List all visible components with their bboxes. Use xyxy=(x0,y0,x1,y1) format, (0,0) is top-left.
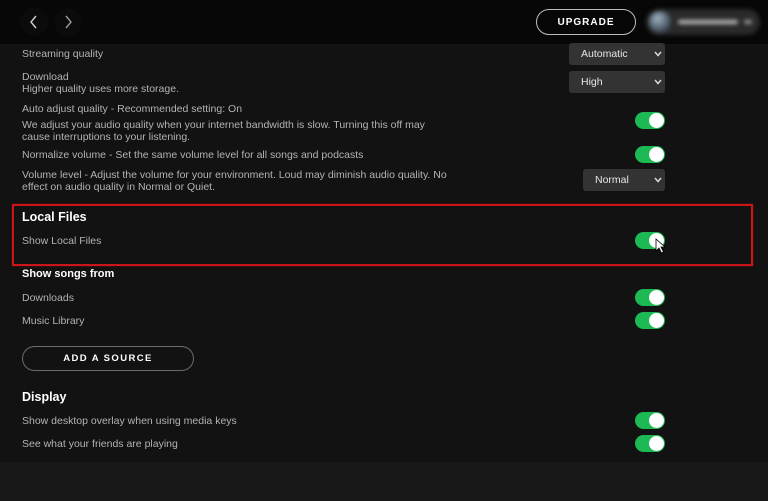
chevron-left-icon xyxy=(30,15,37,29)
show-songs-from-heading: Show songs from xyxy=(22,268,115,280)
normalize-volume-toggle[interactable] xyxy=(635,146,665,163)
chevron-down-icon xyxy=(744,20,752,24)
profile-name-blurred xyxy=(678,20,738,24)
toggle-knob xyxy=(649,413,664,428)
friends-playing-toggle[interactable] xyxy=(635,435,665,452)
volume-level-description-1: Volume level - Adjust the volume for you… xyxy=(22,169,447,181)
download-description: Higher quality uses more storage. xyxy=(22,83,179,95)
toggle-knob xyxy=(649,147,664,162)
display-heading: Display xyxy=(22,390,67,404)
toggle-knob xyxy=(649,290,664,305)
auto-adjust-toggle[interactable] xyxy=(635,112,665,129)
chevron-down-icon xyxy=(651,177,665,183)
add-a-source-button[interactable]: ADD A SOURCE xyxy=(22,346,194,371)
toggle-knob xyxy=(649,113,664,128)
profile-menu[interactable] xyxy=(646,9,760,35)
normalize-volume-label: Normalize volume - Set the same volume l… xyxy=(22,149,364,161)
show-local-files-toggle[interactable] xyxy=(635,232,665,249)
friends-playing-label: See what your friends are playing xyxy=(22,438,178,450)
forward-button[interactable] xyxy=(54,8,82,36)
source-downloads-toggle[interactable] xyxy=(635,289,665,306)
show-local-files-label: Show Local Files xyxy=(22,235,102,247)
desktop-overlay-label: Show desktop overlay when using media ke… xyxy=(22,415,237,427)
source-downloads-label: Downloads xyxy=(22,292,74,304)
volume-level-value: Normal xyxy=(595,174,629,186)
auto-adjust-description-2: cause interruptions to your listening. xyxy=(22,131,191,143)
local-files-heading: Local Files xyxy=(22,210,87,224)
volume-level-label: Volume level - Adjust the volume for you… xyxy=(22,169,447,193)
auto-adjust-label: Auto adjust quality - Recommended settin… xyxy=(22,103,425,143)
toggle-knob xyxy=(649,233,664,248)
upgrade-button[interactable]: UPGRADE xyxy=(536,9,636,35)
source-music-library-label: Music Library xyxy=(22,315,85,327)
chevron-right-icon xyxy=(65,15,72,29)
back-button[interactable] xyxy=(20,8,48,36)
avatar xyxy=(649,11,671,33)
download-quality-value: High xyxy=(581,76,603,88)
download-quality-select[interactable]: High xyxy=(569,71,665,93)
source-music-library-toggle[interactable] xyxy=(635,312,665,329)
streaming-quality-select[interactable]: Automatic xyxy=(569,43,665,65)
download-label: Download Higher quality uses more storag… xyxy=(22,71,179,95)
streaming-quality-value: Automatic xyxy=(581,48,628,60)
download-title: Download xyxy=(22,71,69,83)
streaming-quality-label: Streaming quality xyxy=(22,48,104,60)
auto-adjust-description-1: We adjust your audio quality when your i… xyxy=(22,119,425,131)
chevron-down-icon xyxy=(651,79,665,85)
toggle-knob xyxy=(649,436,664,451)
toggle-knob xyxy=(649,313,664,328)
chevron-down-icon xyxy=(651,51,665,57)
volume-level-select[interactable]: Normal xyxy=(583,169,665,191)
volume-level-description-2: effect on audio quality in Normal or Qui… xyxy=(22,181,215,193)
footer-area xyxy=(0,462,768,501)
auto-adjust-title: Auto adjust quality - Recommended settin… xyxy=(22,103,243,115)
desktop-overlay-toggle[interactable] xyxy=(635,412,665,429)
top-bar: UPGRADE xyxy=(0,0,768,44)
